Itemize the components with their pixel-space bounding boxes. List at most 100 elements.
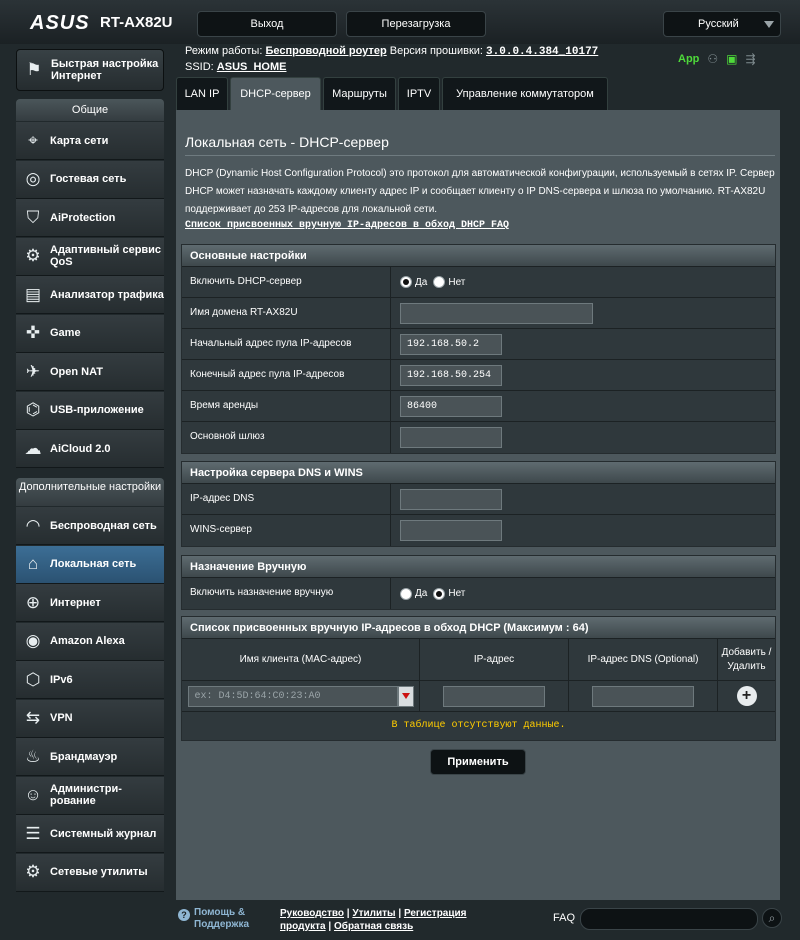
start-ip-input[interactable]: 192.168.50.2 xyxy=(400,333,502,355)
language-select[interactable]: Русский xyxy=(663,11,781,37)
sidebar-item-gamepad[interactable]: ✜ Game xyxy=(16,314,164,353)
radio-selected-icon xyxy=(400,276,412,288)
utilities-link[interactable]: Утилиты xyxy=(352,908,395,919)
sidebar-item-label: Брандмауэр xyxy=(50,750,118,763)
cloud-icon: ☁ xyxy=(24,438,42,458)
yes-label: Да xyxy=(415,588,428,599)
dhcp-no-radio[interactable]: Нет xyxy=(433,276,465,288)
logout-button[interactable]: Выход xyxy=(197,11,337,37)
sidebar-item-firewall[interactable]: ♨ Брандмауэр xyxy=(16,738,164,776)
sidebar-item-open-nat[interactable]: ✈ Open NAT xyxy=(16,353,164,391)
sidebar-item-administration[interactable]: ☺ Администри-рование xyxy=(16,776,164,815)
sidebar-item-label: AiCloud 2.0 xyxy=(50,442,111,455)
sidebar-item-label: Карта сети xyxy=(50,134,109,147)
quick-setup-button[interactable]: ⚑ Быстрая настройка Интернет xyxy=(16,49,164,91)
system-log-icon: ☰ xyxy=(25,823,41,843)
sidebar-item-wireless[interactable]: ◠ Беспроводная сеть xyxy=(16,507,164,545)
client-dropdown-button[interactable] xyxy=(397,685,414,707)
sidebar-item-label: Администри-рование xyxy=(50,783,122,807)
faq-link[interactable]: Список присвоенных вручную IP-адресов в … xyxy=(185,220,509,231)
col-action: Добавить / Удалить xyxy=(721,646,772,672)
dhcp-yes-radio[interactable]: Да xyxy=(400,276,427,288)
product-link[interactable]: продукта xyxy=(280,921,326,932)
tab-switch-control[interactable]: Управление коммутатором xyxy=(442,77,608,110)
app-icon[interactable]: App xyxy=(678,53,699,65)
sidebar-item-traffic-analyzer[interactable]: ▤ Анализатор трафика xyxy=(16,276,164,314)
lease-input[interactable]: 86400 xyxy=(400,395,502,417)
manual-no-radio[interactable]: Нет xyxy=(433,587,465,600)
manual-ip-input[interactable] xyxy=(443,685,545,707)
usb-status-icon[interactable]: ⇶ xyxy=(746,52,756,66)
radio-selected-icon xyxy=(433,587,446,600)
sidebar-item-label: Адаптивный сервис QoS xyxy=(50,244,162,268)
feedback-link[interactable]: Обратная связь xyxy=(334,921,413,932)
firmware-link[interactable]: 3.0.0.4.384_10177 xyxy=(486,46,598,58)
manual-yes-radio[interactable]: Да xyxy=(400,587,428,600)
sidebar-item-ipv6[interactable]: ⬡ IPv6 xyxy=(16,661,164,699)
faq-search-input[interactable] xyxy=(580,908,758,930)
add-entry-button[interactable]: + xyxy=(736,686,757,706)
wins-row: WINS-сервер xyxy=(182,515,775,546)
tab-routes[interactable]: Маршруты xyxy=(323,77,396,110)
traffic-analyzer-icon: ▤ xyxy=(24,284,42,304)
reboot-button[interactable]: Перезагрузка xyxy=(346,11,486,37)
manual-link[interactable]: Руководство xyxy=(280,908,344,919)
ssid-link[interactable]: ASUS_HOME xyxy=(217,61,287,73)
manual-dns-input[interactable] xyxy=(592,685,694,707)
network-tools-icon: ⚙ xyxy=(25,862,41,881)
col-dns: IP-адрес DNS (Optional) xyxy=(569,639,718,680)
help-label: Помощь & Поддержка xyxy=(194,907,250,930)
mode-link[interactable]: Беспроводной роутер xyxy=(265,45,386,57)
sidebar-item-network-map[interactable]: ⌖ Карта сети xyxy=(16,122,164,160)
apply-button[interactable]: Применить xyxy=(430,749,526,775)
network-status-icon[interactable]: ▣ xyxy=(726,52,737,66)
gamepad-icon: ✜ xyxy=(25,323,41,342)
sidebar-item-label: Локальная сеть xyxy=(50,558,137,570)
sidebar-item-usb[interactable]: ⌬ USB-приложение xyxy=(16,391,164,430)
section-title: Назначение Вручную xyxy=(182,556,775,578)
tab-dhcp-server[interactable]: DHCP-сервер xyxy=(230,77,321,110)
manual-list-section: Список присвоенных вручную IP-адресов в … xyxy=(181,616,776,741)
advanced-header: Дополнительные настройки xyxy=(16,478,164,506)
lease-label: Время аренды xyxy=(182,391,391,421)
sidebar-item-label: Системный журнал xyxy=(50,827,157,840)
administration-icon: ☺ xyxy=(24,785,42,804)
sidebar-item-globe[interactable]: ⊕ Интернет xyxy=(16,584,164,622)
sidebar-item-vpn[interactable]: ⇆ VPN xyxy=(16,699,164,738)
domain-row: Имя домена RT-AX82U xyxy=(182,298,775,329)
firewall-icon: ♨ xyxy=(25,746,41,766)
sidebar-item-system-log[interactable]: ☰ Системный журнал xyxy=(16,815,164,853)
sidebar-item-alexa[interactable]: ◉ Amazon Alexa xyxy=(16,622,164,661)
dns-input[interactable] xyxy=(400,488,502,510)
radio-unselected-icon xyxy=(400,587,412,600)
gateway-input[interactable] xyxy=(400,427,502,448)
sidebar-item-network-tools[interactable]: ⚙ Сетевые утилиты xyxy=(16,853,164,892)
tab-lan-ip[interactable]: LAN IP xyxy=(176,77,228,110)
sidebar-item-shield[interactable]: ⛉ AiProtection xyxy=(16,199,164,237)
sidebar-item-guest-network[interactable]: ◎ Гостевая сеть xyxy=(16,160,164,199)
wins-label: WINS-сервер xyxy=(182,515,391,546)
quick-setup-label: Быстрая настройка Интернет xyxy=(51,58,159,82)
clients-icon[interactable]: ⚇ xyxy=(707,52,718,66)
domain-input[interactable] xyxy=(400,302,593,324)
yes-label: Да xyxy=(415,276,428,288)
registration-link[interactable]: Регистрация xyxy=(404,908,467,919)
sidebar-item-label: Сетевые утилиты xyxy=(50,866,148,878)
mac-input[interactable]: ex: D4:5D:64:C0:23:A0 xyxy=(187,685,398,707)
chevron-down-icon xyxy=(764,21,774,28)
sidebar-item-label: Game xyxy=(50,327,81,339)
help-support-link[interactable]: ? Помощь & Поддержка xyxy=(178,907,256,931)
gateway-row: Основной шлюз xyxy=(182,422,775,453)
sidebar-item-lan[interactable]: ⌂ Локальная сеть xyxy=(16,545,164,584)
sidebar-item-label: AiProtection xyxy=(50,211,116,224)
guest-network-icon: ◎ xyxy=(25,169,41,188)
end-ip-input[interactable]: 192.168.50.254 xyxy=(400,364,502,386)
page-description: DHCP (Dynamic Host Configuration Protoco… xyxy=(185,168,775,215)
search-icon[interactable]: ⌕ xyxy=(762,908,782,928)
wins-input[interactable] xyxy=(400,520,502,541)
sidebar-item-qos[interactable]: ⚙ Адаптивный сервис QoS xyxy=(16,237,164,276)
tab-iptv[interactable]: IPTV xyxy=(398,77,440,110)
sidebar-item-cloud[interactable]: ☁ AiCloud 2.0 xyxy=(16,430,164,468)
general-header: Общие xyxy=(16,99,164,121)
alexa-icon: ◉ xyxy=(25,631,41,650)
